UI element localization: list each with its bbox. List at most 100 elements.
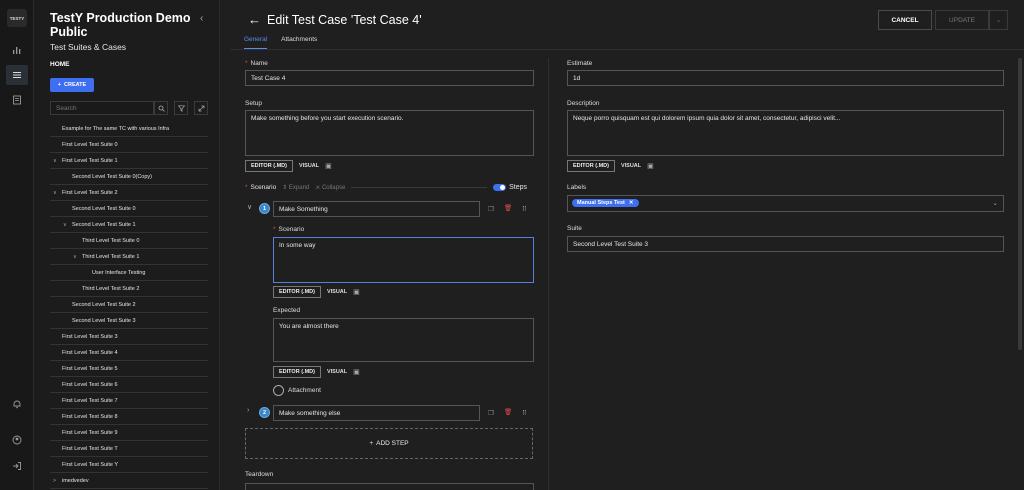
update-dropdown-button[interactable]: ⌄	[989, 10, 1008, 30]
drag-handle-icon[interactable]: ⠿	[522, 205, 527, 213]
name-field[interactable]: Test Case 4	[245, 70, 534, 86]
teardown-textarea[interactable]	[245, 483, 534, 490]
app-logo[interactable]: TESTY	[7, 9, 27, 27]
chevron-down-icon[interactable]: ∨	[63, 222, 69, 228]
tree-item[interactable]: Second Level Test Suite 0	[50, 201, 208, 217]
steps-toggle[interactable]	[493, 184, 507, 191]
visual-button[interactable]: VISUAL	[327, 369, 347, 375]
plus-icon: +	[369, 440, 374, 447]
delete-icon[interactable]: 🗑	[504, 204, 512, 212]
tree-item[interactable]: ∨ Second Level Test Suite 1	[50, 217, 208, 233]
step-number-badge: 2	[259, 407, 270, 418]
image-icon[interactable]: ▣	[353, 288, 360, 296]
tree-item[interactable]: User Interface Testing	[50, 265, 208, 281]
breadcrumb-home[interactable]: HOME	[50, 61, 70, 68]
chevron-down-icon[interactable]: ∨	[73, 254, 79, 260]
analytics-icon[interactable]	[6, 40, 28, 60]
editor-md-button[interactable]: EDITOR (.MD)	[273, 366, 321, 378]
chevron-down-icon[interactable]: ∨	[247, 203, 252, 211]
visual-button[interactable]: VISUAL	[299, 163, 319, 169]
back-arrow-icon[interactable]: ←	[248, 12, 261, 27]
step-number-badge: 1	[259, 203, 270, 214]
search-icon	[158, 105, 165, 112]
tree-item[interactable]: First Level Test Suite T	[50, 441, 208, 457]
tree-item-label: First Level Test Suite 3	[62, 333, 118, 340]
attachment-label: Attachment	[288, 387, 321, 394]
image-icon[interactable]: ▣	[325, 162, 332, 170]
suite-field[interactable]: Second Level Test Suite 3	[567, 236, 1004, 252]
drag-handle-icon[interactable]: ⠿	[522, 409, 527, 417]
visual-button[interactable]: VISUAL	[621, 163, 641, 169]
image-icon[interactable]: ▣	[647, 162, 654, 170]
suite-label: Suite	[567, 225, 582, 232]
create-button[interactable]: + CREATE	[50, 78, 94, 92]
required-mark: *	[245, 60, 248, 67]
bell-icon[interactable]	[6, 394, 28, 414]
chevron-down-icon[interactable]: ∨	[53, 190, 59, 196]
labels-select[interactable]: Manual Steps Test ✕ ⌄	[567, 195, 1004, 212]
copy-icon[interactable]: ❐	[488, 205, 494, 213]
suite-tree: Example for The same TC with various Inf…	[50, 121, 208, 489]
tab-divider	[230, 49, 1024, 50]
search-button[interactable]	[154, 101, 168, 115]
attachment-checkbox[interactable]	[273, 385, 284, 396]
tab-general[interactable]: General	[244, 36, 268, 49]
tree-item[interactable]: First Level Test Suite 9	[50, 425, 208, 441]
tree-item[interactable]: Third Level Test Suite 2	[50, 281, 208, 297]
image-icon[interactable]: ▣	[353, 368, 360, 376]
expected-textarea[interactable]: You are almost there	[273, 318, 534, 362]
plus-icon: +	[57, 82, 61, 88]
expand-tree-button[interactable]	[194, 101, 208, 115]
chevron-right-icon[interactable]: ›	[247, 407, 249, 414]
cancel-button[interactable]: CANCEL	[878, 10, 932, 30]
chevron-down-icon[interactable]: ∨	[53, 158, 59, 164]
step-2-title-field[interactable]: Make something else	[273, 405, 480, 421]
tree-item[interactable]: Second Level Test Suite 3	[50, 313, 208, 329]
tree-item[interactable]: Example for The same TC with various Inf…	[50, 121, 208, 137]
tree-item[interactable]: Second Level Test Suite 2	[50, 297, 208, 313]
label-tag-text: Manual Steps Test	[577, 200, 625, 206]
editor-md-button[interactable]: EDITOR (.MD)	[245, 160, 293, 172]
tree-item[interactable]: First Level Test Suite 6	[50, 377, 208, 393]
update-button[interactable]: UPDATE	[935, 10, 989, 30]
visual-button[interactable]: VISUAL	[327, 289, 347, 295]
copy-icon[interactable]: ❐	[488, 409, 494, 417]
tree-item[interactable]: Second Level Test Suite 0(Copy)	[50, 169, 208, 185]
tree-item[interactable]: ∨ First Level Test Suite 1	[50, 153, 208, 169]
search-input[interactable]	[50, 101, 154, 115]
tree-item[interactable]: First Level Test Suite 7	[50, 393, 208, 409]
expand-button[interactable]: ⇕ Expand	[282, 184, 309, 191]
tree-item[interactable]: > imedvedev	[50, 473, 208, 489]
step-scenario-textarea[interactable]: In some way	[273, 237, 534, 283]
tree-item[interactable]: ∨ First Level Test Suite 2	[50, 185, 208, 201]
profile-icon[interactable]	[6, 430, 28, 450]
tree-item[interactable]: First Level Test Suite 8	[50, 409, 208, 425]
collapse-button[interactable]: ⨯ Collapse	[315, 184, 345, 191]
close-icon[interactable]: ✕	[629, 200, 634, 206]
tree-item[interactable]: First Level Test Suite 4	[50, 345, 208, 361]
scrollbar[interactable]	[1018, 58, 1022, 350]
filter-button[interactable]	[174, 101, 188, 115]
chevron-down-icon[interactable]: ⌄	[993, 199, 998, 207]
estimate-field[interactable]: 1d	[567, 70, 1004, 86]
tree-item[interactable]: First Level Test Suite 3	[50, 329, 208, 345]
editor-md-button[interactable]: EDITOR (.MD)	[567, 160, 615, 172]
logout-icon[interactable]	[6, 456, 28, 476]
tab-attachments[interactable]: Attachments	[281, 36, 317, 49]
setup-textarea[interactable]: Make something before you start executio…	[245, 110, 534, 156]
tree-item[interactable]: ∨ Third Level Test Suite 1	[50, 249, 208, 265]
tree-item-label: Second Level Test Suite 0(Copy)	[72, 173, 152, 180]
delete-icon[interactable]: 🗑	[504, 408, 512, 416]
test-plans-icon[interactable]	[6, 90, 28, 110]
collapse-sidebar-icon[interactable]: ‹	[200, 13, 203, 24]
chevron-right-icon[interactable]: >	[53, 478, 59, 484]
tree-item[interactable]: First Level Test Suite 5	[50, 361, 208, 377]
editor-md-button[interactable]: EDITOR (.MD)	[273, 286, 321, 298]
list-icon[interactable]	[6, 65, 28, 85]
add-step-button[interactable]: + ADD STEP	[245, 428, 533, 459]
description-textarea[interactable]: Neque porro quisquam est qui dolorem ips…	[567, 110, 1004, 156]
step-1-title-field[interactable]: Make Something	[273, 201, 480, 217]
tree-item[interactable]: Third Level Test Suite 0	[50, 233, 208, 249]
tree-item[interactable]: First Level Test Suite Y	[50, 457, 208, 473]
tree-item[interactable]: First Level Test Suite 0	[50, 137, 208, 153]
